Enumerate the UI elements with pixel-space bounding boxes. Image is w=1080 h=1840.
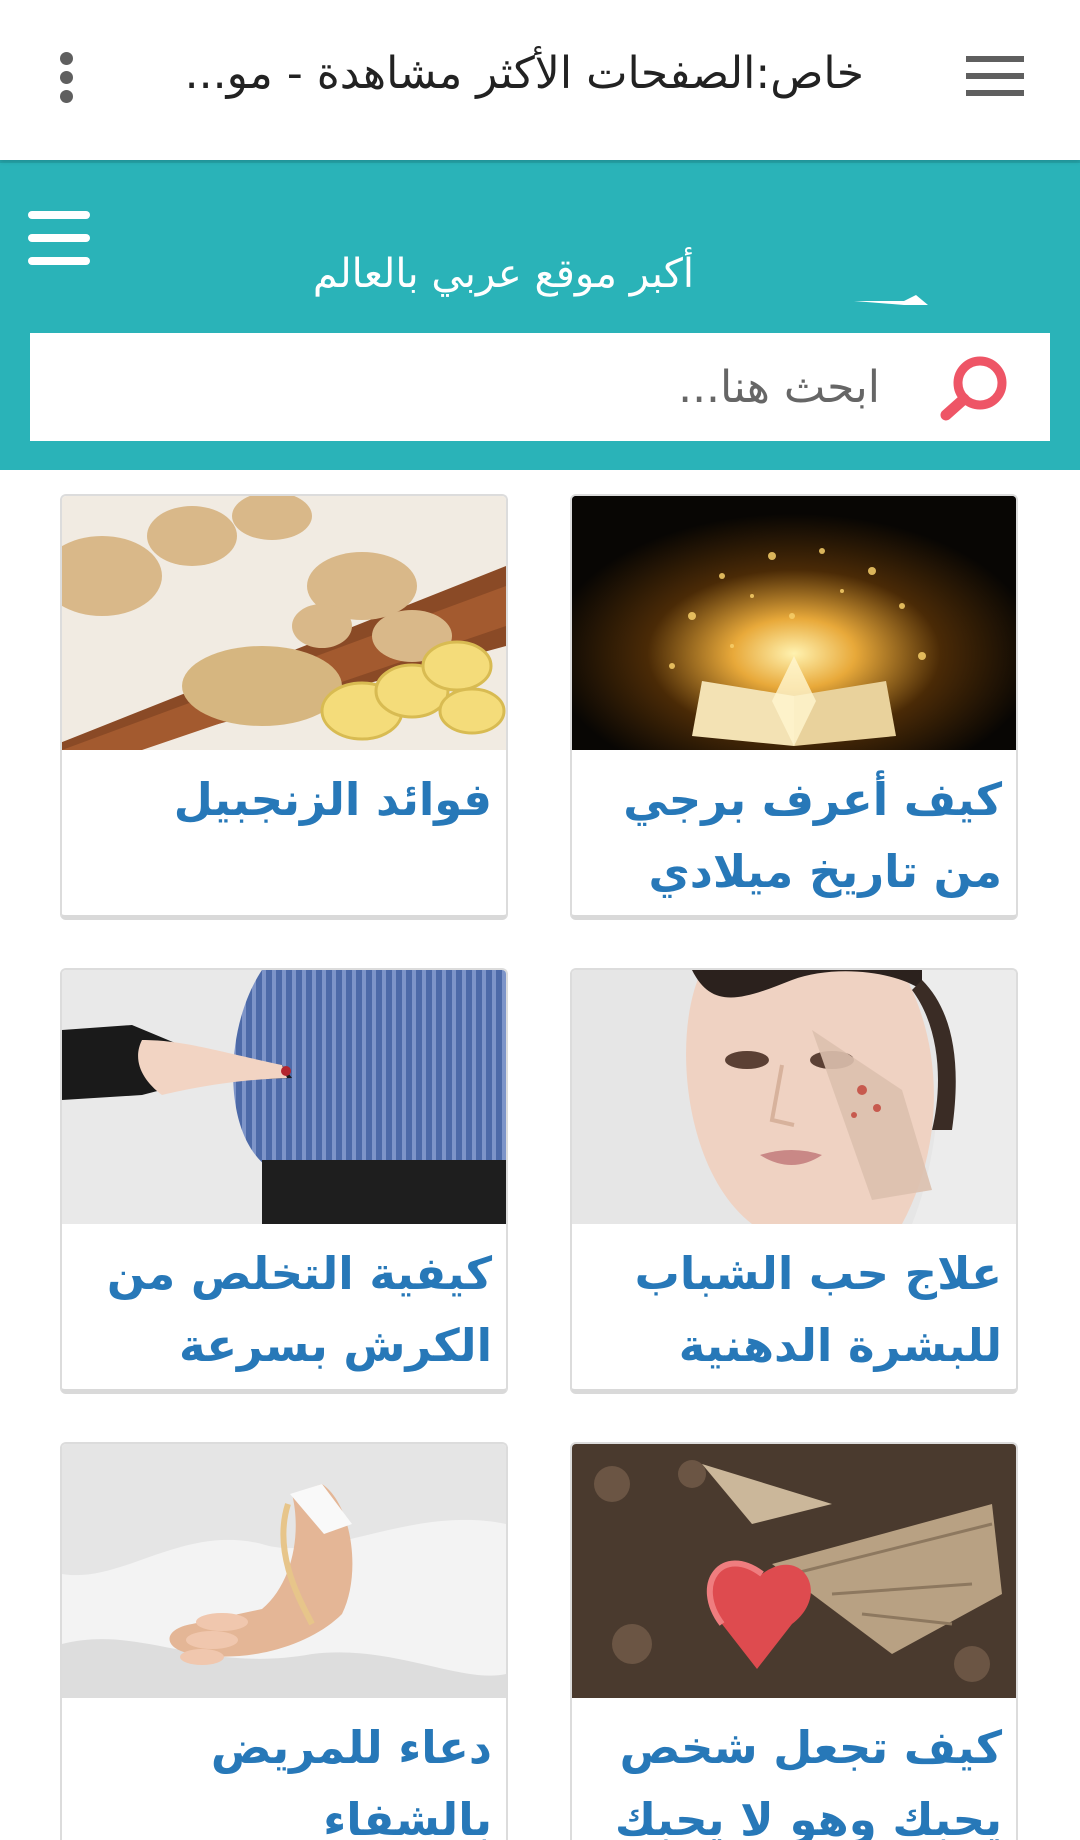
article-title[interactable]: فوائد الزنجبيل: [78, 764, 492, 836]
article-thumbnail: [572, 970, 1016, 1224]
svg-text:موضوع: موضوع: [1042, 205, 1044, 310]
article-thumbnail: [62, 1444, 506, 1698]
hamburger-icon[interactable]: [966, 56, 1024, 98]
article-card[interactable]: كيفية التخلص من الكرش بسرعة: [60, 968, 508, 1394]
article-card[interactable]: كيف أعرف برجي من تاريخ ميلادي: [570, 494, 1018, 920]
article-title[interactable]: كيف تجعل شخص يحبك وهو لا يحبك: [588, 1712, 1002, 1840]
search-input[interactable]: [220, 357, 880, 417]
page-title: خاص:الصفحات الأكثر مشاهدة - مو...: [184, 48, 864, 99]
article-thumbnail: [62, 496, 506, 750]
article-card[interactable]: علاج حب الشباب للبشرة الدهنية: [570, 968, 1018, 1394]
article-thumbnail: [62, 970, 506, 1224]
site-logo[interactable]: موضوع: [704, 205, 1044, 317]
article-title[interactable]: دعاء للمريض بالشفاء: [78, 1712, 492, 1840]
article-title[interactable]: علاج حب الشباب للبشرة الدهنية: [588, 1238, 1002, 1382]
app-bar: خاص:الصفحات الأكثر مشاهدة - مو...: [0, 0, 1080, 160]
article-title[interactable]: كيفية التخلص من الكرش بسرعة: [78, 1238, 492, 1382]
site-header: موضوع أكبر موقع عربي بالعالم: [0, 160, 1080, 470]
article-card[interactable]: دعاء للمريض بالشفاء: [60, 1442, 508, 1840]
article-title[interactable]: كيف أعرف برجي من تاريخ ميلادي: [588, 764, 1002, 908]
overflow-menu-icon[interactable]: [52, 50, 80, 104]
site-menu-icon[interactable]: [28, 211, 90, 267]
article-card[interactable]: كيف تجعل شخص يحبك وهو لا يحبك: [570, 1442, 1018, 1840]
article-card[interactable]: فوائد الزنجبيل: [60, 494, 508, 920]
article-thumbnail: [572, 1444, 1016, 1698]
search-icon[interactable]: [936, 353, 1012, 423]
site-tagline: أكبر موقع عربي بالعالم: [312, 251, 694, 297]
article-thumbnail: [572, 496, 1016, 750]
search-bar[interactable]: [30, 333, 1050, 441]
